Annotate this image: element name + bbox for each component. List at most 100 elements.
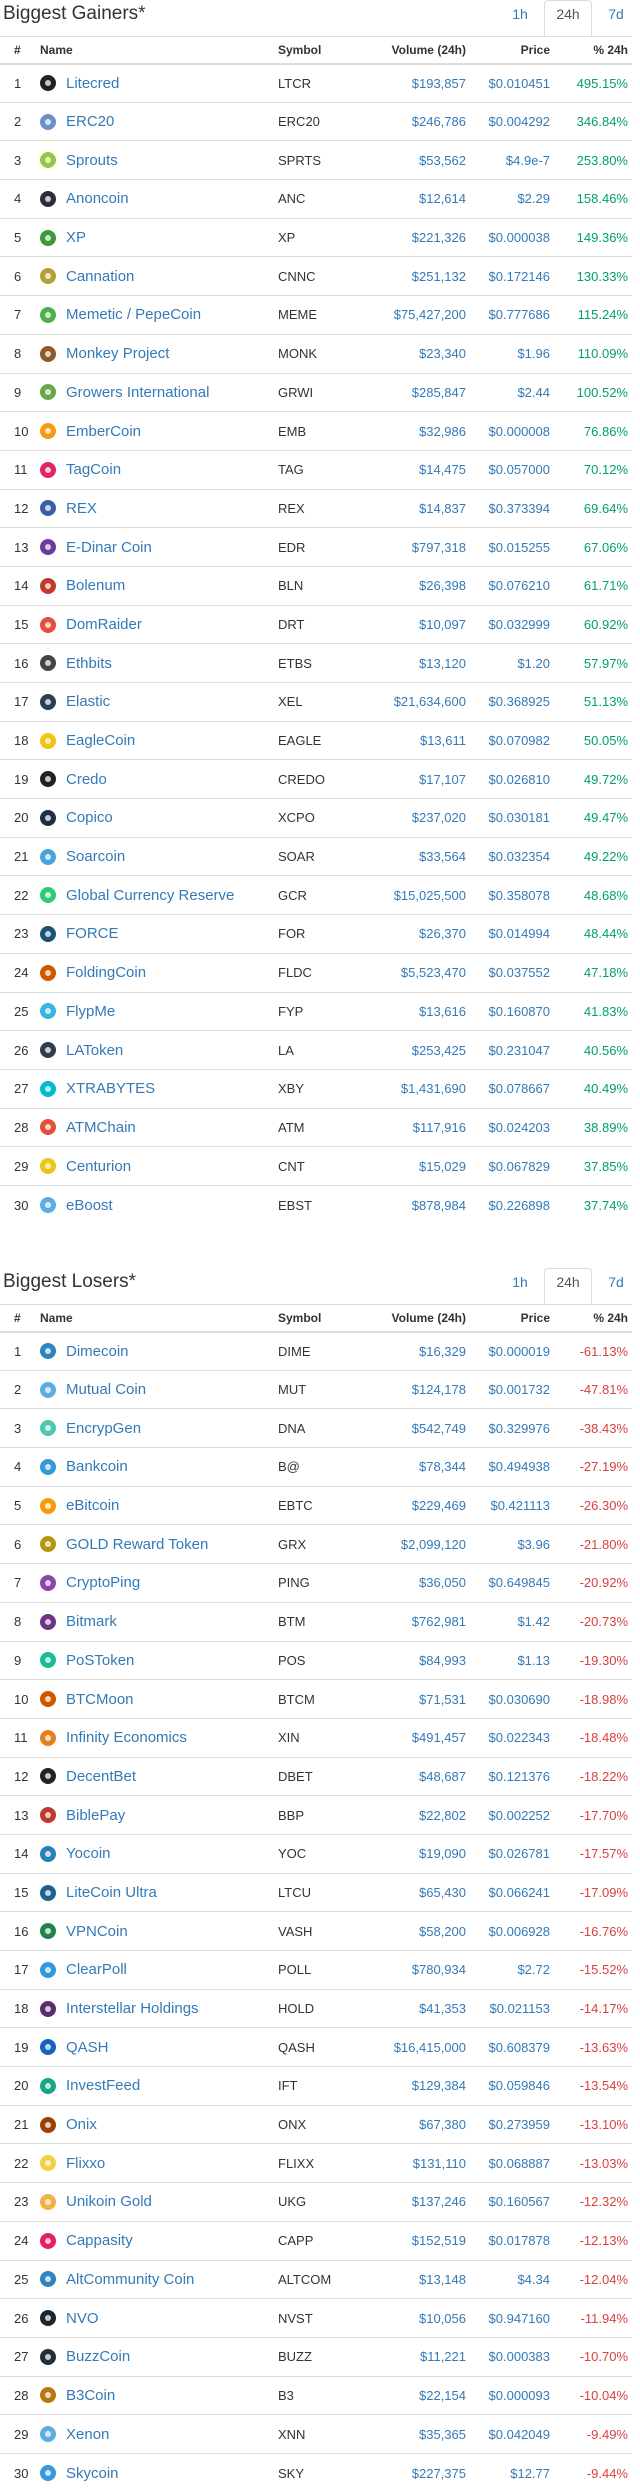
volume-link[interactable]: $124,178: [374, 1370, 470, 1409]
volume-link[interactable]: $251,132: [374, 257, 470, 296]
coin-name-link[interactable]: QASH: [66, 2039, 109, 2056]
volume-link[interactable]: $137,246: [374, 2183, 470, 2222]
volume-link[interactable]: $16,329: [374, 1332, 470, 1371]
coin-name-link[interactable]: DecentBet: [66, 1768, 136, 1785]
price-link[interactable]: $0.067829: [470, 1147, 554, 1186]
volume-link[interactable]: $14,475: [374, 450, 470, 489]
tab-1h[interactable]: 1h: [496, 1268, 544, 1304]
price-link[interactable]: $0.000038: [470, 218, 554, 257]
price-link[interactable]: $0.014994: [470, 915, 554, 954]
price-link[interactable]: $0.777686: [470, 296, 554, 335]
volume-link[interactable]: $22,154: [374, 2376, 470, 2415]
coin-name-link[interactable]: B3Coin: [66, 2387, 115, 2404]
coin-name-link[interactable]: TagCoin: [66, 461, 121, 478]
price-link[interactable]: $0.421113: [470, 1486, 554, 1525]
coin-name-link[interactable]: FoldingCoin: [66, 964, 146, 981]
volume-link[interactable]: $26,370: [374, 915, 470, 954]
volume-link[interactable]: $32,986: [374, 412, 470, 451]
price-link[interactable]: $0.015255: [470, 528, 554, 567]
volume-link[interactable]: $12,614: [374, 180, 470, 219]
price-link[interactable]: $0.032999: [470, 605, 554, 644]
price-link[interactable]: $0.022343: [470, 1718, 554, 1757]
coin-name-link[interactable]: ATMChain: [66, 1119, 136, 1136]
coin-name-link[interactable]: Bitmark: [66, 1613, 117, 1630]
tab-24h[interactable]: 24h: [544, 1268, 592, 1304]
price-link[interactable]: $0.026781: [470, 1834, 554, 1873]
coin-name-link[interactable]: Monkey Project: [66, 345, 169, 362]
coin-name-link[interactable]: GOLD Reward Token: [66, 1536, 208, 1553]
price-link[interactable]: $2.44: [470, 373, 554, 412]
price-link[interactable]: $0.021153: [470, 1989, 554, 2028]
volume-link[interactable]: $48,687: [374, 1757, 470, 1796]
price-link[interactable]: $0.000008: [470, 412, 554, 451]
volume-link[interactable]: $542,749: [374, 1409, 470, 1448]
price-link[interactable]: $0.059846: [470, 2067, 554, 2106]
coin-name-link[interactable]: EagleCoin: [66, 732, 135, 749]
price-link[interactable]: $0.076210: [470, 566, 554, 605]
coin-name-link[interactable]: Bolenum: [66, 577, 125, 594]
coin-name-link[interactable]: PoSToken: [66, 1652, 134, 1669]
volume-link[interactable]: $246,786: [374, 102, 470, 141]
volume-link[interactable]: $22,802: [374, 1796, 470, 1835]
volume-link[interactable]: $5,523,470: [374, 953, 470, 992]
price-link[interactable]: $0.231047: [470, 1031, 554, 1070]
volume-link[interactable]: $19,090: [374, 1834, 470, 1873]
price-link[interactable]: $0.000093: [470, 2376, 554, 2415]
price-link[interactable]: $2.72: [470, 1951, 554, 1990]
coin-name-link[interactable]: EncrypGen: [66, 1420, 141, 1437]
volume-link[interactable]: $35,365: [374, 2415, 470, 2454]
coin-name-link[interactable]: Anoncoin: [66, 190, 129, 207]
coin-name-link[interactable]: BTCMoon: [66, 1691, 134, 1708]
volume-link[interactable]: $152,519: [374, 2221, 470, 2260]
price-link[interactable]: $0.037552: [470, 953, 554, 992]
volume-link[interactable]: $762,981: [374, 1602, 470, 1641]
price-link[interactable]: $0.004292: [470, 102, 554, 141]
coin-name-link[interactable]: Skycoin: [66, 2465, 119, 2482]
volume-link[interactable]: $117,916: [374, 1108, 470, 1147]
coin-name-link[interactable]: Yocoin: [66, 1845, 111, 1862]
volume-link[interactable]: $84,993: [374, 1641, 470, 1680]
coin-name-link[interactable]: XP: [66, 229, 86, 246]
volume-link[interactable]: $65,430: [374, 1873, 470, 1912]
price-link[interactable]: $0.010451: [470, 64, 554, 103]
coin-name-link[interactable]: FlypMe: [66, 1003, 115, 1020]
coin-name-link[interactable]: ERC20: [66, 113, 114, 130]
tab-7d[interactable]: 7d: [592, 0, 640, 36]
price-link[interactable]: $0.649845: [470, 1564, 554, 1603]
price-link[interactable]: $0.368925: [470, 683, 554, 722]
coin-name-link[interactable]: NVO: [66, 2310, 99, 2327]
volume-link[interactable]: $2,099,120: [374, 1525, 470, 1564]
volume-link[interactable]: $221,326: [374, 218, 470, 257]
volume-link[interactable]: $285,847: [374, 373, 470, 412]
volume-link[interactable]: $193,857: [374, 64, 470, 103]
coin-name-link[interactable]: Litecred: [66, 75, 119, 92]
volume-link[interactable]: $780,934: [374, 1951, 470, 1990]
coin-name-link[interactable]: InvestFeed: [66, 2077, 140, 2094]
price-link[interactable]: $0.078667: [470, 1069, 554, 1108]
price-link[interactable]: $0.068887: [470, 2144, 554, 2183]
price-link[interactable]: $12.77: [470, 2453, 554, 2492]
tab-24h[interactable]: 24h: [544, 0, 592, 36]
volume-link[interactable]: $33,564: [374, 837, 470, 876]
price-link[interactable]: $0.066241: [470, 1873, 554, 1912]
coin-name-link[interactable]: Centurion: [66, 1158, 131, 1175]
coin-name-link[interactable]: CryptoPing: [66, 1575, 140, 1592]
coin-name-link[interactable]: REX: [66, 500, 97, 517]
volume-link[interactable]: $21,634,600: [374, 683, 470, 722]
volume-link[interactable]: $13,148: [374, 2260, 470, 2299]
volume-link[interactable]: $237,020: [374, 799, 470, 838]
volume-link[interactable]: $53,562: [374, 141, 470, 180]
volume-link[interactable]: $11,221: [374, 2337, 470, 2376]
coin-name-link[interactable]: Cappasity: [66, 2232, 133, 2249]
volume-link[interactable]: $15,029: [374, 1147, 470, 1186]
coin-name-link[interactable]: Infinity Economics: [66, 1729, 187, 1746]
price-link[interactable]: $4.9e-7: [470, 141, 554, 180]
coin-name-link[interactable]: AltCommunity Coin: [66, 2271, 194, 2288]
volume-link[interactable]: $67,380: [374, 2105, 470, 2144]
coin-name-link[interactable]: Dimecoin: [66, 1343, 129, 1360]
volume-link[interactable]: $78,344: [374, 1448, 470, 1487]
volume-link[interactable]: $491,457: [374, 1718, 470, 1757]
price-link[interactable]: $0.017878: [470, 2221, 554, 2260]
volume-link[interactable]: $253,425: [374, 1031, 470, 1070]
coin-name-link[interactable]: Interstellar Holdings: [66, 2000, 199, 2017]
